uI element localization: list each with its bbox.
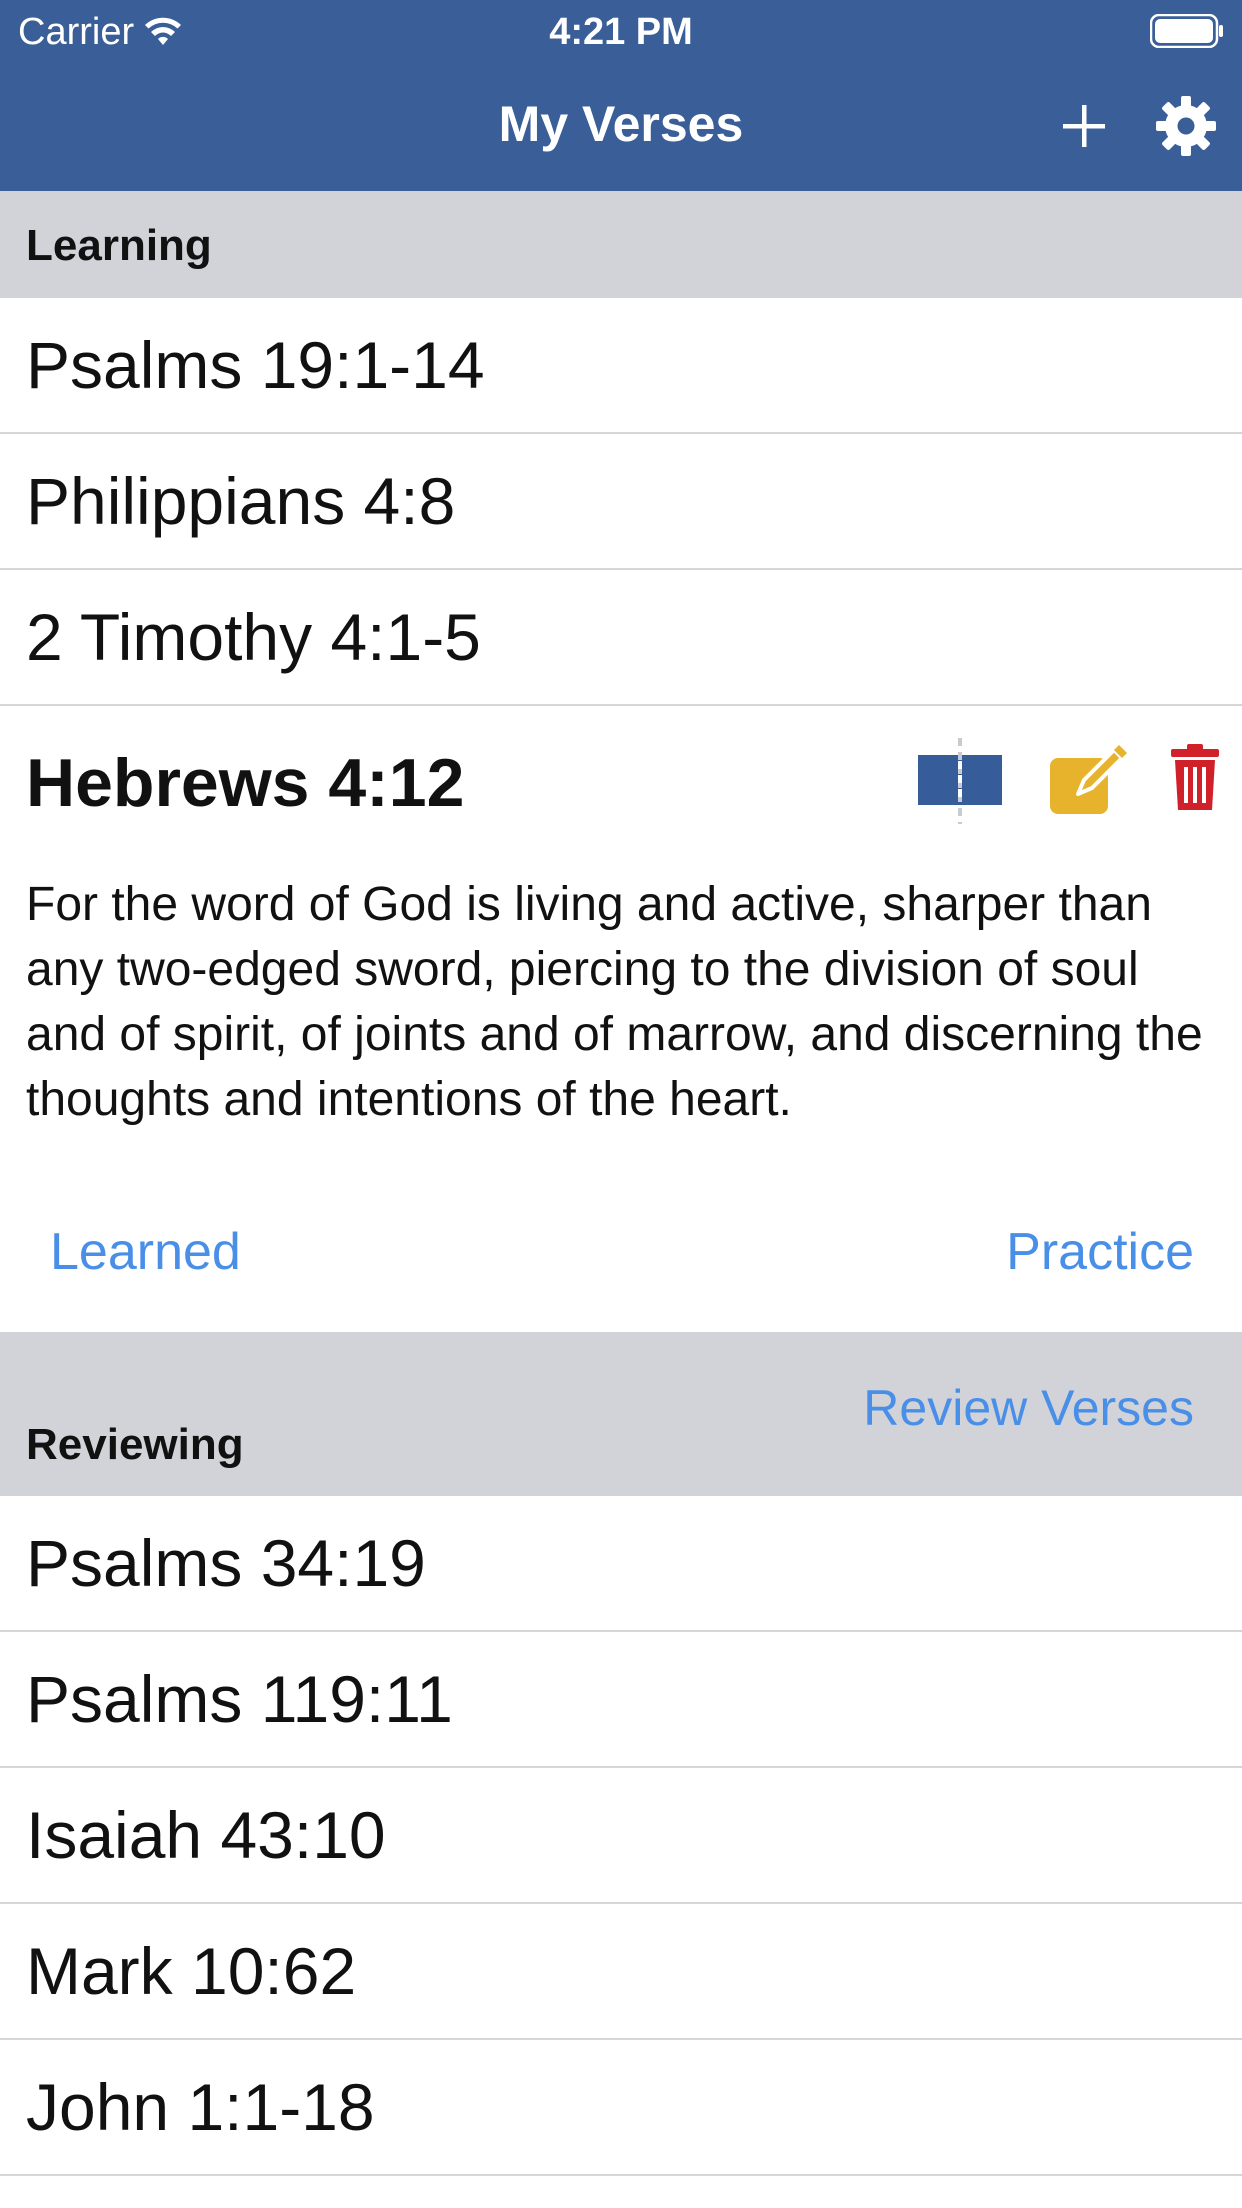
expanded-verse-reference: Hebrews 4:12 — [26, 745, 465, 821]
status-time: 4:21 PM — [549, 11, 693, 53]
gear-icon — [1156, 96, 1216, 156]
nav-bar: Carrier 4:21 PM My Verses — [0, 0, 1242, 191]
verse-row[interactable]: Psalms 19:1-14 — [0, 298, 1242, 434]
verse-reference: Isaiah 43:10 — [26, 1798, 386, 1872]
reviewing-section-header: Reviewing Review Verses — [0, 1332, 1242, 1496]
split-card-icon[interactable] — [918, 736, 1002, 826]
verse-reference: Psalms 34:19 — [26, 1526, 426, 1600]
verse-reference: Psalms 119:11 — [26, 1662, 453, 1736]
learning-section-header: Learning — [0, 191, 1242, 298]
settings-button[interactable] — [1148, 94, 1224, 158]
verse-reference: 2 Timothy 4:1-5 — [26, 600, 481, 674]
verse-row[interactable]: Psalms 119:11 — [0, 1632, 1242, 1768]
verse-reference: Psalms 19:1-14 — [26, 328, 485, 402]
verse-row[interactable]: John 1:1-18 — [0, 2040, 1242, 2176]
verse-text: For the word of God is living and active… — [26, 878, 1203, 1126]
verse-reference: John 1:1-18 — [26, 2070, 375, 2144]
verse-row[interactable]: Mark 10:62 — [0, 1904, 1242, 2040]
page-title: My Verses — [498, 96, 744, 152]
verse-row[interactable]: Philippians 4:8 — [0, 434, 1242, 570]
learning-section-title: Learning — [26, 221, 212, 270]
verse-row[interactable]: Psalms 34:19 — [0, 1496, 1242, 1632]
edit-icon[interactable] — [1048, 744, 1128, 816]
trash-icon[interactable] — [1170, 744, 1220, 812]
add-verse-button[interactable] — [1058, 94, 1110, 158]
plus-icon — [1063, 105, 1105, 147]
practice-button[interactable]: Practice — [1006, 1220, 1194, 1284]
reviewing-section-title: Reviewing — [26, 1420, 244, 1469]
verse-reference: Mark 10:62 — [26, 1934, 357, 2008]
verse-row[interactable]: 2 Timothy 4:1-5 — [0, 570, 1242, 706]
learned-button[interactable]: Learned — [50, 1220, 241, 1284]
battery-icon — [1150, 14, 1223, 48]
verse-reference: Philippians 4:8 — [26, 464, 456, 538]
review-verses-button[interactable]: Review Verses — [863, 1378, 1194, 1438]
verse-row[interactable]: Isaiah 43:10 — [0, 1768, 1242, 1904]
